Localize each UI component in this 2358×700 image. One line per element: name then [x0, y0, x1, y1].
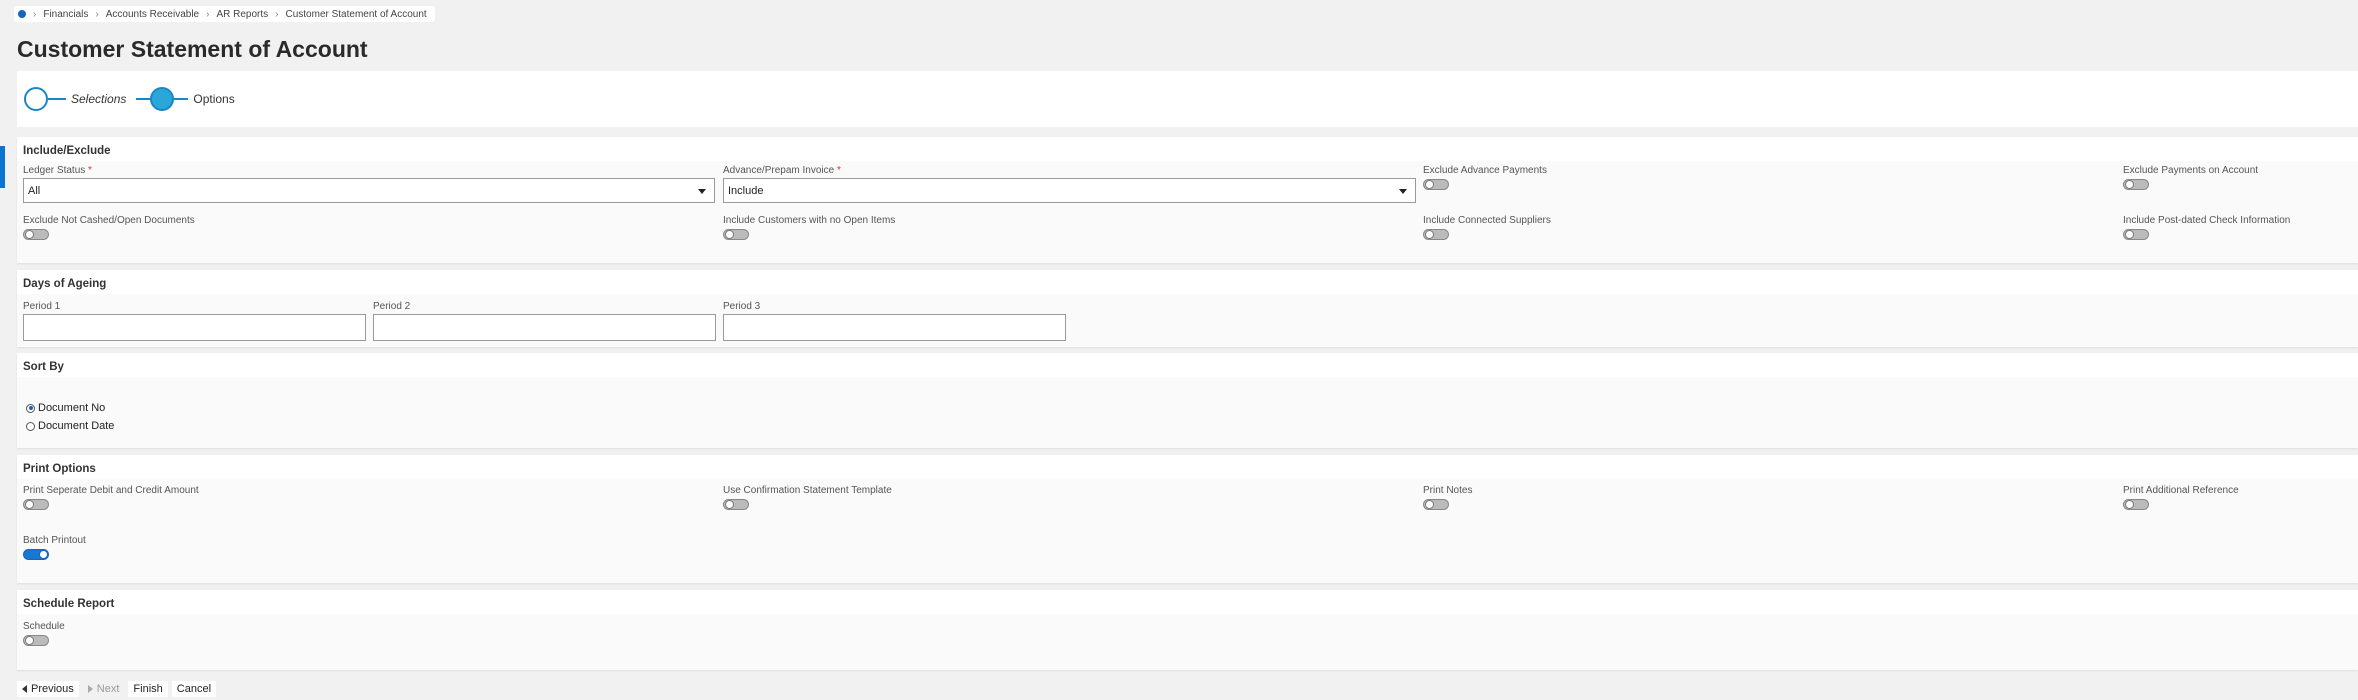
print-additional-reference-toggle[interactable] — [2123, 499, 2149, 510]
section-title: Print Options — [23, 463, 96, 475]
use-confirmation-template-toggle[interactable] — [723, 499, 749, 510]
radio-checked[interactable] — [26, 403, 35, 413]
previous-button[interactable]: Previous — [17, 681, 79, 697]
section-title: Include/Exclude — [23, 145, 111, 157]
exclude-payments-on-account-toggle[interactable] — [2123, 179, 2149, 190]
print-separate-debit-credit-toggle[interactable] — [23, 499, 49, 510]
home-icon[interactable] — [18, 10, 26, 18]
batch-printout-toggle[interactable] — [23, 549, 49, 560]
ledger-status-label-text: Ledger Status — [23, 165, 86, 176]
section-title: Days of Ageing — [23, 278, 107, 290]
previous-label: Previous — [31, 683, 74, 695]
breadcrumb-item-current: Customer Statement of Account — [285, 8, 427, 20]
period-1-input[interactable] — [23, 314, 366, 341]
period-1-label: Period 1 — [23, 301, 61, 312]
chevron-right-icon: › — [95, 8, 99, 20]
exclude-payments-on-account-label: Exclude Payments on Account — [2123, 165, 2259, 176]
chevron-left-icon — [22, 685, 27, 693]
print-notes-label: Print Notes — [1423, 485, 1473, 496]
radio-unchecked[interactable] — [26, 421, 35, 431]
breadcrumb-item-financials[interactable]: Financials — [43, 9, 88, 20]
schedule-report-section: Schedule Report Schedule — [17, 590, 2358, 670]
section-header — [17, 137, 2358, 161]
chevron-down-icon — [698, 189, 706, 194]
period-3-label: Period 3 — [723, 301, 761, 312]
advance-prepam-value: Include — [728, 185, 764, 197]
schedule-label: Schedule — [23, 621, 65, 632]
advance-prepam-label-text: Advance/Prepam Invoice — [723, 165, 835, 176]
include-post-dated-check-toggle[interactable] — [2123, 229, 2149, 240]
period-3-input[interactable] — [723, 314, 1066, 341]
required-mark: * — [836, 165, 841, 176]
include-connected-suppliers-label: Include Connected Suppliers — [1423, 215, 1551, 226]
breadcrumb-item-accounts-receivable[interactable]: Accounts Receivable — [106, 9, 199, 20]
required-mark: * — [88, 165, 92, 176]
advance-prepam-label: Advance/Prepam Invoice * — [723, 165, 841, 176]
print-separate-debit-credit-label: Print Seperate Debit and Credit Amount — [23, 485, 199, 496]
wizard-stepper: Selections Options — [17, 71, 2358, 127]
step-connector — [174, 98, 189, 100]
step-options-label[interactable]: Options — [193, 92, 234, 106]
cancel-button[interactable]: Cancel — [171, 681, 217, 697]
ledger-status-label: Ledger Status * — [23, 165, 92, 176]
finish-button[interactable]: Finish — [128, 681, 168, 697]
sort-by-section: Sort By Document No Document Date — [17, 353, 2358, 448]
sort-document-no-option[interactable]: Document No — [26, 402, 105, 414]
step-options-circle[interactable] — [150, 87, 175, 111]
page-title: Customer Statement of Account — [17, 36, 368, 62]
exclude-not-cashed-toggle[interactable] — [23, 229, 49, 240]
exclude-advance-payments-label: Exclude Advance Payments — [1423, 165, 1547, 176]
section-title: Schedule Report — [23, 598, 115, 610]
chevron-right-icon: › — [206, 8, 210, 20]
step-selections-label[interactable]: Selections — [71, 92, 126, 106]
include-connected-suppliers-toggle[interactable] — [1423, 229, 1449, 240]
exclude-not-cashed-label: Exclude Not Cashed/Open Documents — [23, 215, 195, 226]
step-connector — [136, 98, 151, 100]
batch-printout-label: Batch Printout — [23, 535, 86, 546]
breadcrumb-item-ar-reports[interactable]: AR Reports — [216, 9, 268, 20]
next-label: Next — [96, 683, 120, 695]
section-header — [17, 270, 2358, 294]
print-options-section: Print Options Print Seperate Debit and C… — [17, 455, 2358, 583]
use-confirmation-template-label: Use Confirmation Statement Template — [723, 485, 892, 496]
chevron-right-icon: › — [275, 8, 279, 20]
section-header — [17, 590, 2358, 614]
next-button[interactable]: Next — [83, 681, 125, 697]
chevron-right-icon: › — [33, 8, 37, 20]
section-title: Sort By — [23, 361, 64, 373]
include-customers-no-open-items-label: Include Customers with no Open Items — [723, 215, 896, 226]
section-header — [17, 353, 2358, 377]
days-of-ageing-section: Days of Ageing Period 1 Period 2 Period … — [17, 270, 2358, 347]
advance-prepam-select[interactable]: Include — [723, 178, 1416, 203]
left-accent-bar — [0, 146, 5, 188]
chevron-right-icon — [87, 685, 93, 693]
sort-document-no-label: Document No — [38, 402, 106, 414]
wizard-footer: Previous Next Finish Cancel — [17, 681, 217, 697]
ledger-status-select[interactable]: All — [23, 178, 715, 203]
breadcrumb: › Financials › Accounts Receivable › AR … — [14, 6, 435, 22]
schedule-toggle[interactable] — [23, 635, 49, 646]
chevron-down-icon — [1399, 189, 1407, 194]
sort-document-date-option[interactable]: Document Date — [26, 420, 114, 432]
print-notes-toggle[interactable] — [1423, 499, 1449, 510]
section-header — [17, 455, 2358, 479]
include-post-dated-check-label: Include Post-dated Check Information — [2123, 215, 2291, 226]
period-2-label: Period 2 — [373, 301, 411, 312]
ledger-status-value: All — [28, 185, 41, 197]
print-additional-reference-label: Print Additional Reference — [2123, 485, 2239, 496]
period-2-input[interactable] — [373, 314, 716, 341]
include-customers-no-open-items-toggle[interactable] — [723, 229, 749, 240]
step-connector — [48, 98, 66, 100]
sort-document-date-label: Document Date — [38, 420, 115, 432]
include-exclude-section: Include/Exclude Ledger Status * All Adva… — [17, 137, 2358, 263]
exclude-advance-payments-toggle[interactable] — [1423, 179, 1449, 190]
step-selections-circle[interactable] — [24, 87, 48, 111]
